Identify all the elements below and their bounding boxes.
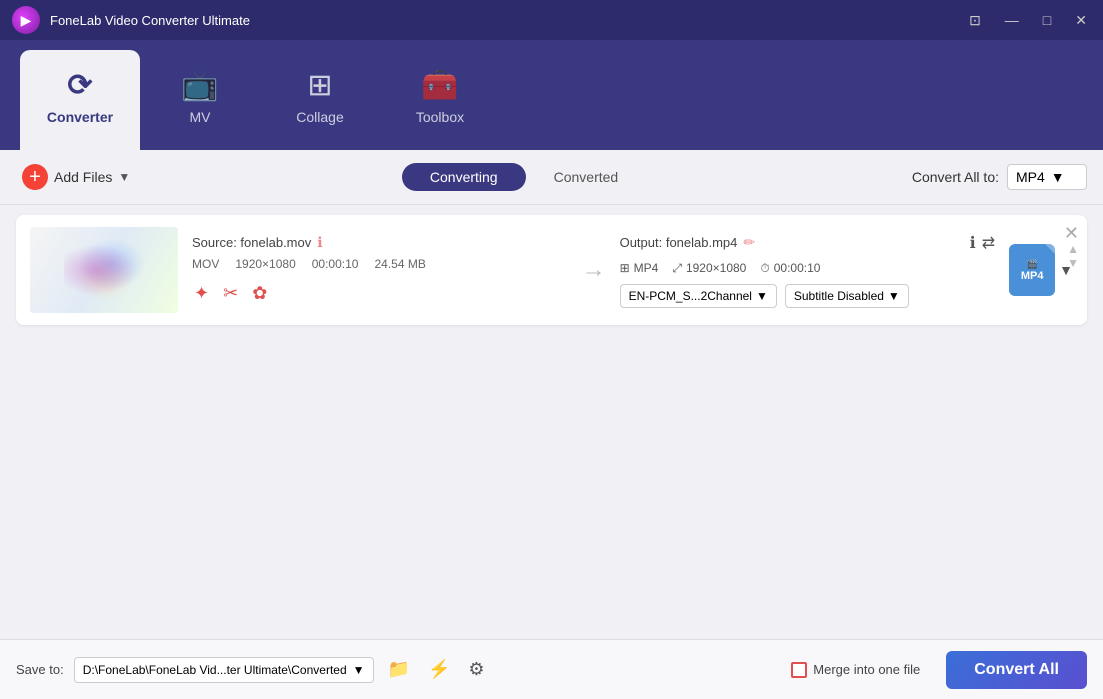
tab-toolbox-label: Toolbox <box>416 109 464 125</box>
output-duration-value: 00:00:10 <box>774 261 821 275</box>
collage-icon: ⊞ <box>307 68 332 103</box>
save-path-value: D:\FoneLab\FoneLab Vid...ter Ultimate\Co… <box>83 663 347 677</box>
file-duration: 00:00:10 <box>312 257 359 271</box>
tab-collage-label: Collage <box>296 109 343 125</box>
window-controls: ⊡ — □ ✕ <box>965 9 1091 31</box>
audio-dropdown-arrow-icon: ▼ <box>756 289 768 303</box>
output-duration-spec: ⏱ 00:00:10 <box>760 261 820 276</box>
main-area: + Add Files ▼ Converting Converted Conve… <box>0 150 1103 639</box>
card-up-button[interactable]: ▲ <box>1067 243 1079 255</box>
merge-label: Merge into one file <box>791 662 920 678</box>
tab-converter[interactable]: ⟳ Converter <box>20 50 140 150</box>
card-close-button[interactable]: ✕ <box>1064 223 1079 244</box>
settings-extra-button[interactable]: ⚙ <box>464 655 488 684</box>
file-item: Source: fonelab.mov ℹ MOV 1920×1080 00:0… <box>16 215 1087 325</box>
titlebar: ▶ FoneLab Video Converter Ultimate ⊡ — □… <box>0 0 1103 40</box>
converting-pill[interactable]: Converting <box>402 163 526 191</box>
output-section: Output: fonelab.mp4 ✏ ℹ ⇄ ⊞ MP4 ⤢ 1920×1… <box>620 233 996 308</box>
format-badge: 🎬 MP4 <box>1009 244 1055 296</box>
source-label: Source: fonelab.mov <box>192 235 311 250</box>
convert-all-to-label: Convert All to: <box>912 169 999 185</box>
thumb-splash <box>64 240 144 300</box>
info-icon[interactable]: ℹ <box>317 234 322 251</box>
logo-icon: ▶ <box>21 12 32 29</box>
tab-collage[interactable]: ⊞ Collage <box>260 50 380 150</box>
maximize-button[interactable]: □ <box>1039 9 1055 31</box>
tab-bar: ⟳ Converter 📺 MV ⊞ Collage 🧰 Toolbox <box>0 40 1103 150</box>
badge-film-icon: 🎬 <box>1027 259 1038 270</box>
tab-mv-label: MV <box>190 109 211 125</box>
add-dropdown-arrow-icon: ▼ <box>118 170 130 184</box>
format-dropdown-arrow-icon: ▼ <box>1051 169 1065 185</box>
output-icons: ℹ ⇄ <box>970 233 995 253</box>
merge-checkbox[interactable] <box>791 662 807 678</box>
close-button[interactable]: ✕ <box>1071 9 1091 31</box>
output-resolution-spec: ⤢ 1920×1080 <box>672 261 746 276</box>
output-label: Output: fonelab.mp4 <box>620 235 738 250</box>
thumb-art <box>30 227 178 313</box>
format-value: MP4 <box>1016 169 1045 185</box>
subtitle-dropdown-arrow-icon: ▼ <box>888 289 900 303</box>
app-title: FoneLab Video Converter Ultimate <box>50 13 965 28</box>
audio-dropdown[interactable]: EN-PCM_S...2Channel ▼ <box>620 284 777 308</box>
tab-mv[interactable]: 📺 MV <box>140 50 260 150</box>
refresh-output-button[interactable]: ⇄ <box>982 233 995 253</box>
file-size: 24.54 MB <box>374 257 425 271</box>
flash-off-button[interactable]: ⚡ <box>424 655 454 684</box>
audio-value: EN-PCM_S...2Channel <box>629 289 752 303</box>
card-up-down: ▲ ▼ <box>1067 243 1079 269</box>
convert-all-button[interactable]: Convert All <box>946 651 1087 689</box>
output-format-value: MP4 <box>634 261 659 275</box>
subtitle-dropdown[interactable]: Subtitle Disabled ▼ <box>785 284 909 308</box>
add-circle-icon: + <box>22 164 48 190</box>
cut-button[interactable]: ✂ <box>221 281 240 306</box>
file-details: MOV 1920×1080 00:00:10 24.54 MB <box>192 257 568 271</box>
tab-pills: Converting Converted <box>144 163 904 191</box>
effects-button[interactable]: ✦ <box>192 281 211 306</box>
converted-pill[interactable]: Converted <box>526 163 647 191</box>
toolbox-icon: 🧰 <box>421 68 458 103</box>
edit-icon[interactable]: ✏ <box>743 234 755 251</box>
output-resolution-icon: ⤢ <box>672 261 682 276</box>
file-format: MOV <box>192 257 219 271</box>
bottom-bar: Save to: D:\FoneLab\FoneLab Vid...ter Ul… <box>0 639 1103 699</box>
save-path-dropdown[interactable]: D:\FoneLab\FoneLab Vid...ter Ultimate\Co… <box>74 657 374 683</box>
folder-open-button[interactable]: 📁 <box>384 655 414 684</box>
merge-text: Merge into one file <box>813 662 920 677</box>
output-format-spec: ⊞ MP4 <box>620 261 659 275</box>
captions-button[interactable]: ⊡ <box>965 9 985 31</box>
file-resolution: 1920×1080 <box>235 257 295 271</box>
output-format-icon: ⊞ <box>620 261 630 275</box>
tab-converter-label: Converter <box>47 109 113 125</box>
convert-arrow-icon: → <box>582 256 606 284</box>
card-down-button[interactable]: ▼ <box>1067 257 1079 269</box>
file-actions: ✦ ✂ ✿ <box>192 281 568 306</box>
badge-stack: 🎬 MP4 ▼ <box>1009 244 1073 296</box>
output-duration-icon: ⏱ <box>760 261 769 276</box>
subtitle-value: Subtitle Disabled <box>794 289 884 303</box>
save-path-arrow-icon: ▼ <box>353 663 365 677</box>
file-list: Source: fonelab.mov ℹ MOV 1920×1080 00:0… <box>0 205 1103 639</box>
save-to-label: Save to: <box>16 662 64 677</box>
color-button[interactable]: ✿ <box>250 281 269 306</box>
output-dropdowns: EN-PCM_S...2Channel ▼ Subtitle Disabled … <box>620 284 996 308</box>
mv-icon: 📺 <box>181 68 218 103</box>
file-source-meta: Source: fonelab.mov ℹ MOV 1920×1080 00:0… <box>192 234 568 306</box>
converter-icon: ⟳ <box>67 68 92 103</box>
tab-toolbox[interactable]: 🧰 Toolbox <box>380 50 500 150</box>
badge-format-label: MP4 <box>1021 270 1044 282</box>
format-dropdown[interactable]: MP4 ▼ <box>1007 164 1087 190</box>
app-logo: ▶ <box>12 6 40 34</box>
toolbar: + Add Files ▼ Converting Converted Conve… <box>0 150 1103 205</box>
file-thumbnail <box>30 227 178 313</box>
add-files-label: Add Files <box>54 169 112 185</box>
add-files-button[interactable]: + Add Files ▼ <box>16 160 136 194</box>
minimize-button[interactable]: — <box>1001 9 1023 31</box>
source-line: Source: fonelab.mov ℹ <box>192 234 568 251</box>
output-resolution-value: 1920×1080 <box>686 261 746 275</box>
info-output-button[interactable]: ℹ <box>970 233 976 253</box>
output-specs: ⊞ MP4 ⤢ 1920×1080 ⏱ 00:00:10 <box>620 261 996 276</box>
